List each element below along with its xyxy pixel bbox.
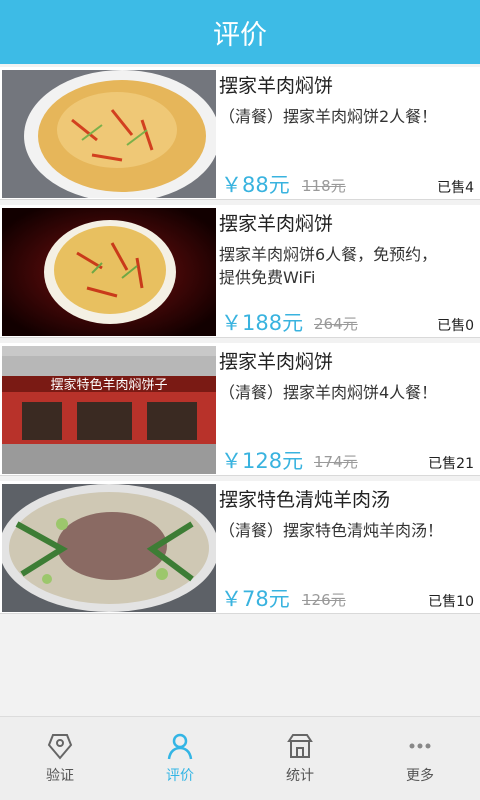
tab-label: 更多 bbox=[406, 768, 434, 784]
deal-title: 摆家羊肉焖饼 bbox=[219, 213, 334, 235]
shop-icon bbox=[287, 734, 313, 758]
deal-title: 摆家羊肉焖饼 bbox=[219, 75, 334, 97]
tab-label: 统计 bbox=[286, 768, 314, 784]
deal-sold-count: 已售10 bbox=[428, 594, 474, 610]
deal-image bbox=[2, 484, 216, 612]
deal-description: （清餐）摆家羊肉焖饼2人餐！ bbox=[219, 107, 438, 126]
deal-original-price: 174元 bbox=[314, 453, 358, 471]
deal-description: 摆家羊肉焖饼6人餐，免预约，提供免费WiFi bbox=[219, 245, 438, 287]
page-title: 评价 bbox=[213, 19, 267, 51]
deal-sold-count: 已售21 bbox=[428, 456, 474, 472]
deal-price: ￥78元 bbox=[221, 587, 290, 611]
deal-item[interactable]: 摆家特色清炖羊肉汤 （清餐）摆家特色清炖羊肉汤！ ￥78元 126元 已售10 bbox=[0, 481, 480, 614]
deal-description: （清餐）摆家特色清炖羊肉汤！ bbox=[219, 521, 444, 540]
tab-label: 评价 bbox=[166, 768, 194, 784]
deal-image bbox=[2, 70, 216, 198]
tab-verify[interactable]: 验证 bbox=[0, 717, 120, 800]
deal-sold-count: 已售0 bbox=[437, 318, 474, 334]
tab-review[interactable]: 评价 bbox=[120, 717, 240, 800]
deal-description: （清餐）摆家羊肉焖饼4人餐！ bbox=[219, 383, 438, 402]
header-bar: 评价 bbox=[0, 0, 480, 64]
deal-item[interactable]: 摆家羊肉焖饼 摆家羊肉焖饼6人餐，免预约，提供免费WiFi ￥188元 264元… bbox=[0, 205, 480, 338]
deal-sold-count: 已售4 bbox=[437, 180, 474, 196]
more-dots-icon bbox=[409, 743, 431, 749]
deal-image bbox=[2, 208, 216, 336]
deal-title: 摆家羊肉焖饼 bbox=[219, 351, 334, 373]
deal-price: ￥188元 bbox=[221, 311, 304, 335]
coupon-icon bbox=[47, 734, 73, 760]
svg-text:摆家特色羊肉焖饼子: 摆家特色羊肉焖饼子 bbox=[50, 377, 167, 393]
tab-label: 验证 bbox=[46, 768, 74, 784]
deal-item[interactable]: 摆家羊肉焖饼 （清餐）摆家羊肉焖饼2人餐！ ￥88元 118元 已售4 bbox=[0, 67, 480, 200]
bottom-tab-bar: 验证 评价 统计 更多 bbox=[0, 716, 480, 800]
app-root: 评价 摆家羊肉焖饼 （清餐）摆家羊肉焖饼2人餐！ ￥88元 118元 已售4 摆… bbox=[0, 0, 480, 800]
deal-original-price: 264元 bbox=[314, 315, 358, 333]
deal-price: ￥88元 bbox=[221, 173, 290, 197]
tab-statistics[interactable]: 统计 bbox=[240, 717, 360, 800]
deal-original-price: 118元 bbox=[302, 177, 346, 195]
person-icon bbox=[167, 733, 193, 760]
deal-price: ￥128元 bbox=[221, 449, 304, 473]
deal-item[interactable]: 摆家特色羊肉焖饼子 摆家羊肉焖饼 （清餐）摆家羊肉焖饼4人餐！ ￥128元 17… bbox=[0, 343, 480, 476]
deal-title: 摆家特色清炖羊肉汤 bbox=[219, 489, 391, 511]
deal-original-price: 126元 bbox=[302, 591, 346, 609]
tab-more[interactable]: 更多 bbox=[360, 717, 480, 800]
deal-image: 摆家特色羊肉焖饼子 bbox=[2, 346, 216, 474]
